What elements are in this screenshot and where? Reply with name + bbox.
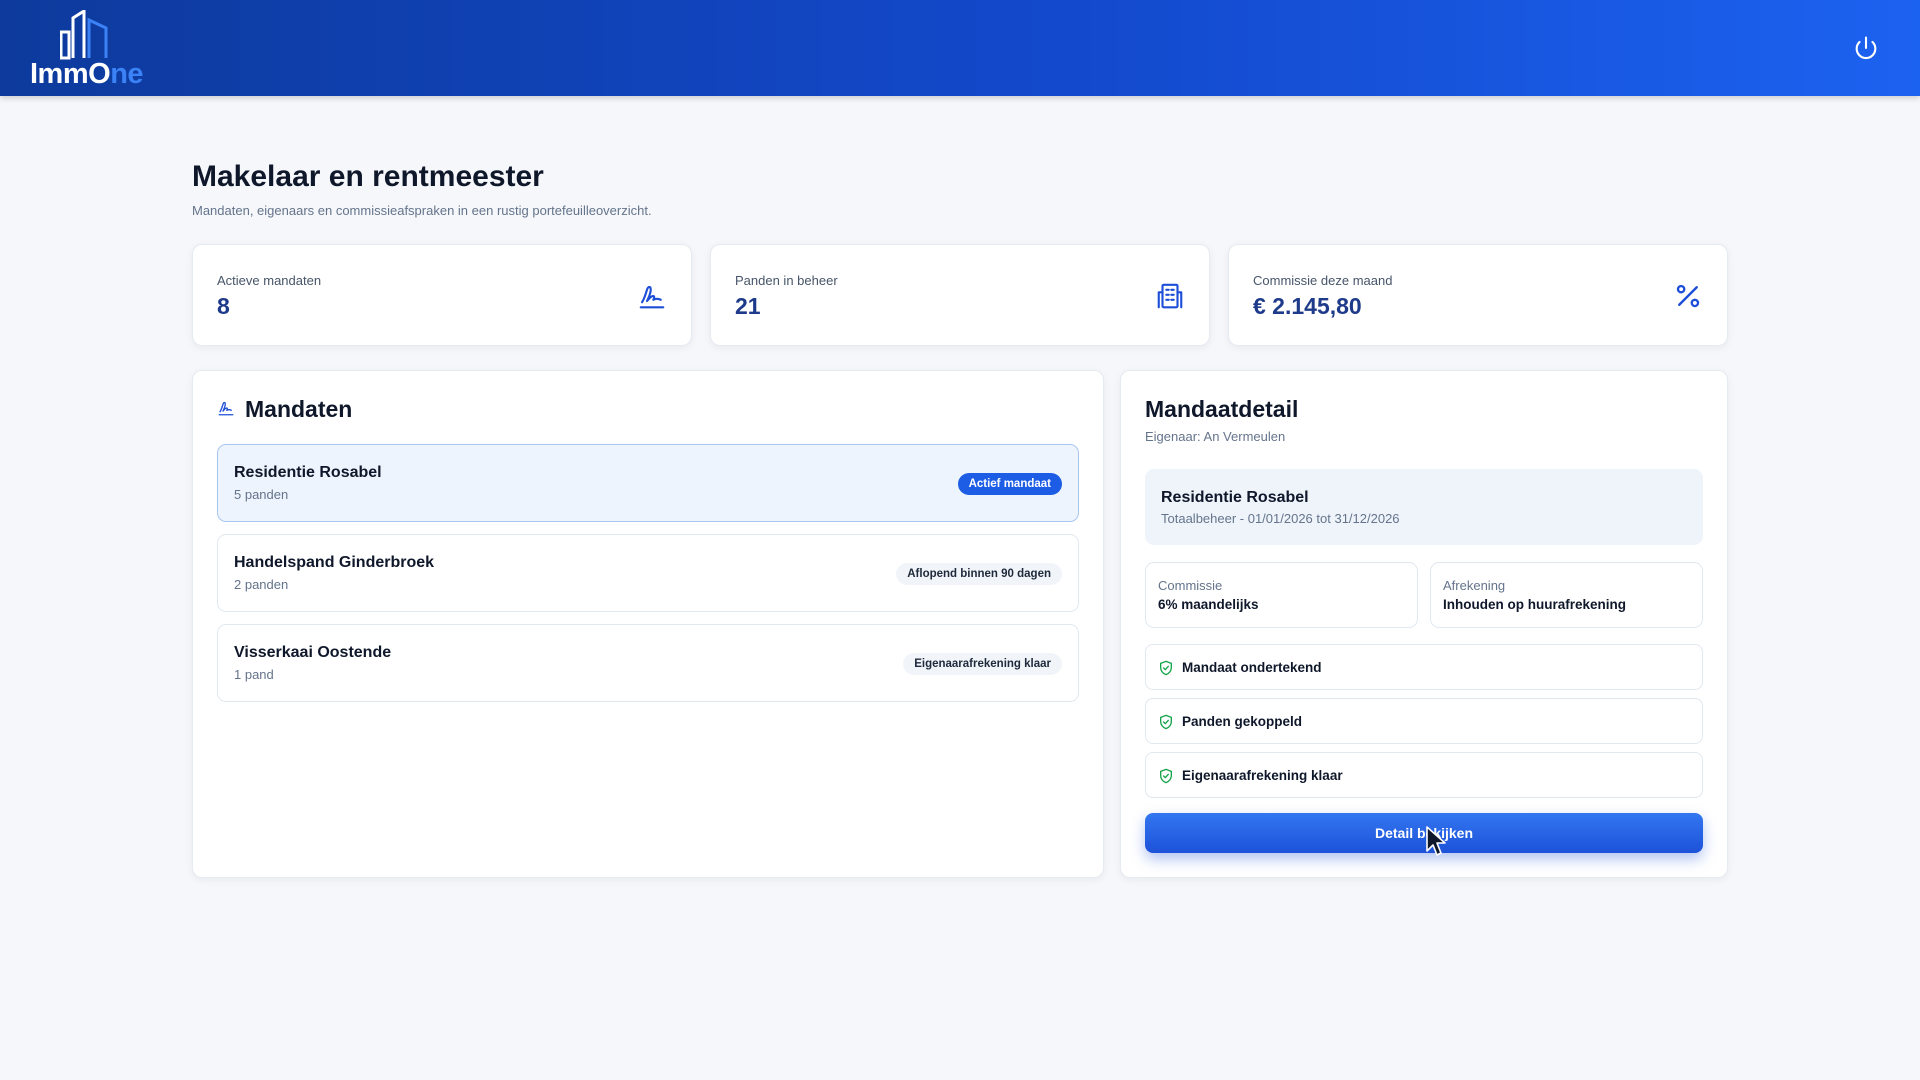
percent-icon bbox=[1676, 284, 1700, 308]
mandate-name: Handelspand Ginderbroek bbox=[234, 554, 435, 571]
check-label: Panden gekoppeld bbox=[1182, 714, 1303, 729]
status-badge: Actief mandaat bbox=[957, 473, 1062, 495]
status-badge: Aflopend binnen 90 dagen bbox=[896, 563, 1062, 585]
mandate-name: Visserkaai Oostende bbox=[234, 644, 392, 661]
top-bar: ImmOne bbox=[0, 0, 1920, 96]
stat-card-properties: Panden in beheer 21 bbox=[710, 244, 1210, 346]
commission-label: Commissie bbox=[1158, 578, 1223, 593]
stat-label: Actieve mandaten bbox=[217, 273, 322, 288]
logo-wordmark: ImmOne bbox=[30, 58, 144, 90]
commission-box: Commissie 6% maandelijks bbox=[1145, 562, 1418, 628]
shield-check-icon bbox=[1160, 768, 1172, 784]
mandate-detail-panel: Mandaatdetail Eigenaar: An Vermeulen Res… bbox=[1120, 370, 1728, 878]
detail-owner: Eigenaar: An Vermeulen bbox=[1145, 429, 1286, 444]
check-item-owner-settlement: Eigenaarafrekening klaar bbox=[1145, 752, 1703, 798]
page-subtitle: Mandaten, eigenaars en commissieafsprake… bbox=[192, 203, 652, 218]
signature-icon bbox=[218, 401, 234, 416]
stat-value: € 2.145,80 bbox=[1253, 293, 1362, 319]
settlement-value: Inhouden op huurafrekening bbox=[1443, 597, 1626, 612]
mandate-count: 2 panden bbox=[234, 577, 289, 592]
power-button[interactable] bbox=[1852, 34, 1880, 62]
mandate-name: Residentie Rosabel bbox=[234, 464, 382, 481]
check-label: Eigenaarafrekening klaar bbox=[1182, 768, 1343, 783]
shield-check-icon bbox=[1160, 660, 1172, 676]
status-badge: Eigenaarafrekening klaar bbox=[903, 653, 1062, 675]
page-title: Makelaar en rentmeester bbox=[192, 160, 544, 193]
mandates-panel: Mandaten Residentie Rosabel 5 panden Act… bbox=[192, 370, 1104, 878]
immone-logo[interactable]: ImmOne bbox=[30, 10, 152, 90]
shield-check-icon bbox=[1160, 714, 1172, 730]
stat-value: 21 bbox=[735, 293, 761, 319]
mandate-item-residentie-rosabel[interactable]: Residentie Rosabel 5 panden Actief manda… bbox=[217, 444, 1079, 522]
mandate-item-handelspand-ginderbroek[interactable]: Handelspand Ginderbroek 2 panden Aflopen… bbox=[217, 534, 1079, 612]
mandate-count: 5 panden bbox=[234, 487, 289, 502]
detail-range: Totaalbeheer - 01/01/2026 tot 31/12/2026 bbox=[1161, 511, 1400, 526]
commission-value: 6% maandelijks bbox=[1158, 597, 1259, 612]
mandate-count: 1 pand bbox=[234, 667, 274, 682]
stat-label: Commissie deze maand bbox=[1253, 273, 1393, 288]
view-detail-button[interactable]: Detail bekijken bbox=[1145, 813, 1703, 853]
detail-title: Mandaatdetail bbox=[1145, 396, 1299, 422]
settlement-label: Afrekening bbox=[1443, 578, 1506, 593]
signature-icon bbox=[639, 285, 665, 309]
check-label: Mandaat ondertekend bbox=[1182, 660, 1322, 675]
detail-summary: Residentie Rosabel Totaalbeheer - 01/01/… bbox=[1145, 469, 1703, 545]
building-logo-icon bbox=[60, 10, 108, 60]
stat-value: 8 bbox=[217, 293, 230, 319]
detail-property-name: Residentie Rosabel bbox=[1161, 489, 1309, 506]
mandates-title: Mandaten bbox=[245, 396, 353, 422]
stat-label: Panden in beheer bbox=[735, 273, 838, 288]
power-icon bbox=[1855, 36, 1877, 60]
settlement-box: Afrekening Inhouden op huurafrekening bbox=[1430, 562, 1703, 628]
building-icon bbox=[1157, 283, 1183, 309]
stat-card-commission: Commissie deze maand € 2.145,80 bbox=[1228, 244, 1728, 346]
stat-card-active-mandates: Actieve mandaten 8 bbox=[192, 244, 692, 346]
check-item-properties-linked: Panden gekoppeld bbox=[1145, 698, 1703, 744]
check-item-mandate-signed: Mandaat ondertekend bbox=[1145, 644, 1703, 690]
mandate-item-visserkaai-oostende[interactable]: Visserkaai Oostende 1 pand Eigenaarafrek… bbox=[217, 624, 1079, 702]
